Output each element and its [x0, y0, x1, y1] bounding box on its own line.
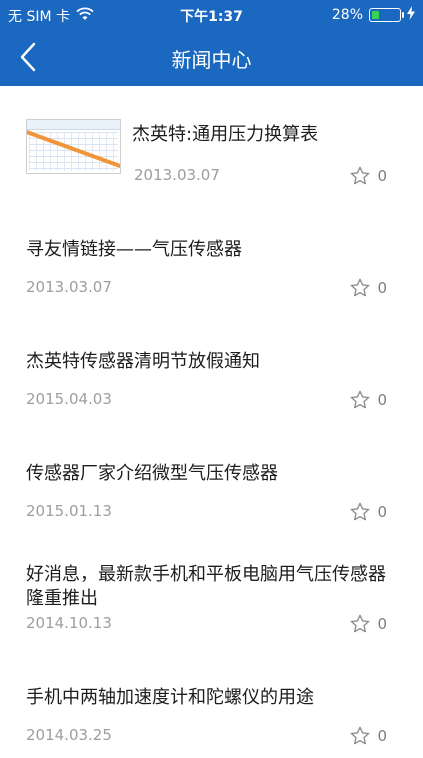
news-date: 2014.10.13	[26, 614, 112, 632]
news-title: 杰英特传感器清明节放假通知	[26, 351, 260, 372]
battery-percent: 28%	[331, 7, 363, 23]
favorite-button[interactable]: 0	[349, 613, 387, 635]
news-date: 2013.03.07	[134, 166, 220, 184]
news-item[interactable]: 杰英特传感器清明节放假通知 2015.04.03 0	[0, 310, 423, 422]
star-icon	[351, 278, 370, 297]
battery-icon	[369, 8, 404, 22]
navigation-bar: 新闻中心	[0, 28, 423, 86]
favorite-button[interactable]: 0	[349, 277, 387, 299]
battery-level	[372, 11, 379, 19]
favorite-button[interactable]: 0	[349, 389, 387, 411]
news-item[interactable]: 传感器厂家介绍微型气压传感器 2015.01.13 0	[0, 422, 423, 534]
news-item[interactable]: 杰英特:通用压力换算表 2013.03.07 0	[0, 86, 423, 198]
favorite-count: 0	[377, 167, 387, 185]
news-date: 2014.03.25	[26, 726, 112, 744]
star-icon	[351, 614, 370, 633]
favorite-button[interactable]: 0	[349, 165, 387, 187]
status-right: 28%	[332, 6, 415, 24]
favorite-button[interactable]: 0	[349, 501, 387, 523]
news-thumbnail	[26, 119, 121, 174]
star-icon	[351, 726, 370, 745]
favorite-count: 0	[377, 391, 387, 409]
favorite-count: 0	[377, 279, 387, 297]
news-date: 2015.04.03	[26, 390, 112, 408]
star-icon	[351, 166, 370, 185]
star-icon	[351, 502, 370, 521]
news-item[interactable]: 寻友情链接——气压传感器 2013.03.07 0	[0, 198, 423, 310]
bolt-icon	[407, 6, 415, 24]
news-title: 杰英特:通用压力换算表	[132, 124, 319, 145]
news-item[interactable]: 好消息，最新款手机和平板电脑用气压传感器隆重推出 2014.10.13 0	[0, 534, 423, 646]
favorite-count: 0	[377, 615, 387, 633]
news-date: 2015.01.13	[26, 502, 112, 520]
news-title: 传感器厂家介绍微型气压传感器	[26, 463, 278, 484]
news-item[interactable]: 手机中两轴加速度计和陀螺仪的用途 2014.03.25 0	[0, 646, 423, 758]
news-title: 寻友情链接——气压传感器	[26, 239, 242, 260]
favorite-count: 0	[377, 503, 387, 521]
news-title: 好消息，最新款手机和平板电脑用气压传感器隆重推出	[26, 564, 386, 609]
status-bar: 无 SIM 卡 下午1:37 28%	[0, 0, 423, 28]
favorite-button[interactable]: 0	[349, 725, 387, 747]
page-title: 新闻中心	[171, 48, 252, 72]
news-date: 2013.03.07	[26, 278, 112, 296]
favorite-count: 0	[377, 727, 387, 745]
star-icon	[351, 390, 370, 409]
news-title: 手机中两轴加速度计和陀螺仪的用途	[26, 687, 314, 708]
